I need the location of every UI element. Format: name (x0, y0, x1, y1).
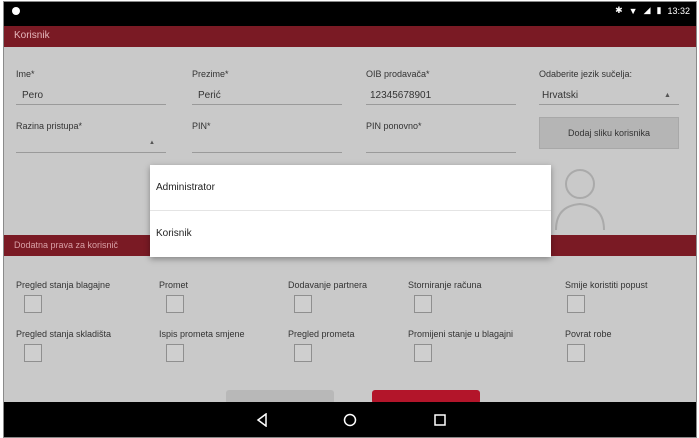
recents-icon[interactable] (430, 410, 450, 430)
dropdown-option-label: Korisnik (156, 228, 192, 239)
dropdown-option-administrator[interactable]: Administrator (150, 165, 551, 210)
dropdown-option-label: Administrator (156, 182, 215, 193)
android-nav-bar (4, 402, 696, 437)
home-icon[interactable] (340, 410, 360, 430)
dropdown-option-korisnik[interactable]: Korisnik (150, 211, 551, 256)
access-level-dropdown: Administrator Korisnik (150, 165, 551, 257)
app-window: ✱ ▼ ◢ ▮ 13:32 Korisnik Ime* Pero Prezime… (3, 1, 697, 438)
back-icon[interactable] (252, 410, 272, 430)
